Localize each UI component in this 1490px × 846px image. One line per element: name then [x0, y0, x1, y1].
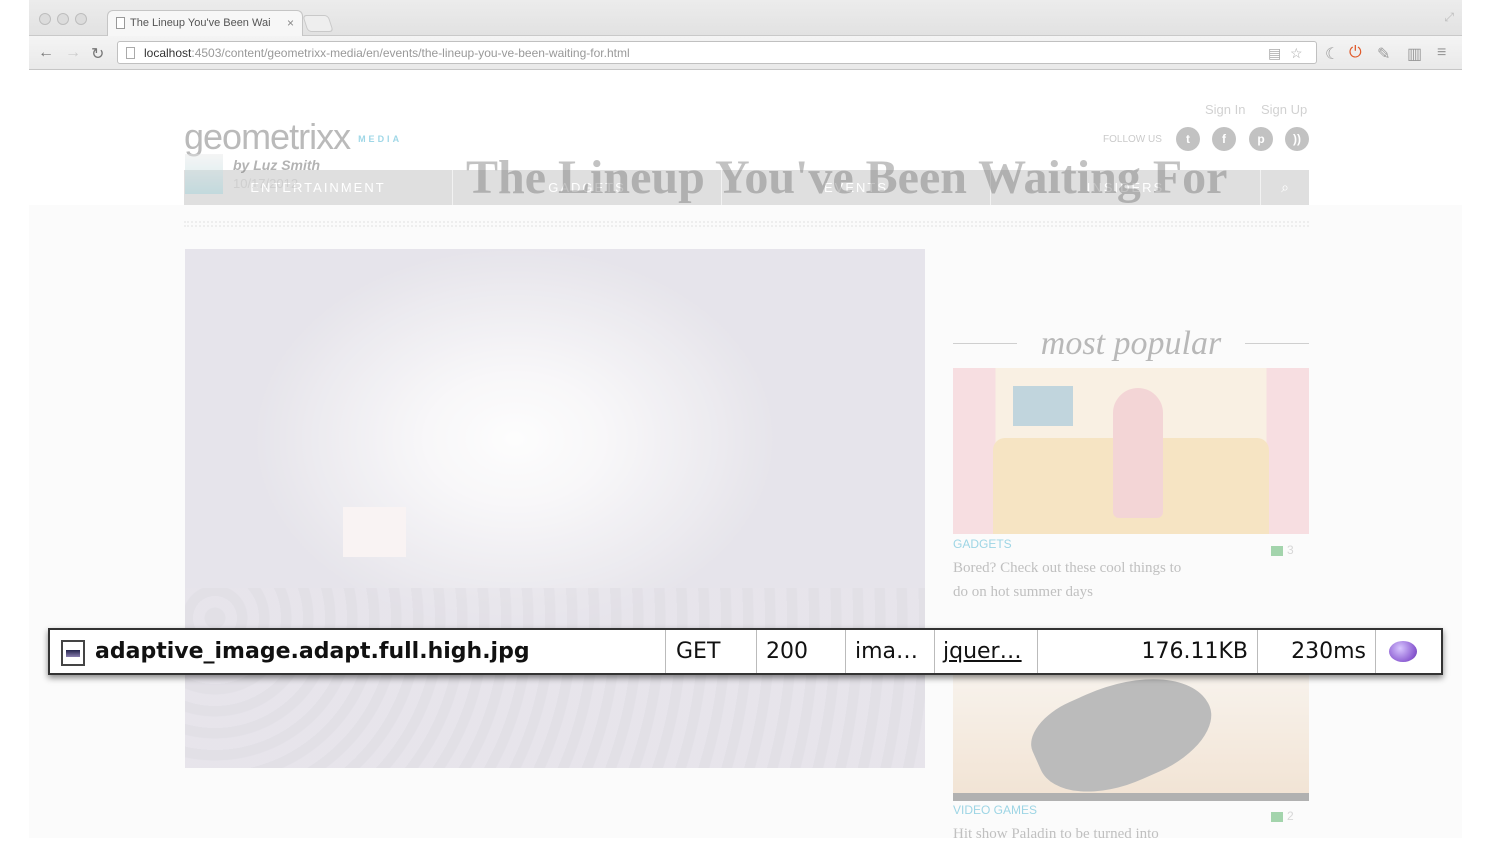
comment-count: 2: [1271, 809, 1294, 823]
request-size: 176.11KB: [1038, 630, 1258, 673]
tab-strip: The Lineup You've Been Wai × ⤢: [29, 0, 1462, 36]
article-headline: The Lineup You've Been Waiting For: [466, 151, 1228, 204]
address-bar[interactable]: localhost:4503/content/geometrixx-media/…: [117, 41, 1317, 64]
page-icon: [116, 17, 125, 29]
sign-up-link[interactable]: Sign Up: [1261, 102, 1307, 117]
request-initiator-cell: jquer…: [935, 630, 1038, 673]
request-time: 230ms: [1258, 630, 1376, 673]
card-category[interactable]: VIDEO GAMES: [953, 803, 1037, 817]
zoom-window-button[interactable]: [75, 13, 87, 25]
wrench-icon[interactable]: ✎: [1377, 44, 1390, 64]
logo-sub: MEDIA: [358, 134, 403, 145]
extension-box-icon[interactable]: ▥: [1407, 44, 1422, 64]
back-icon[interactable]: ←: [38, 44, 54, 62]
bookmark-star-icon[interactable]: ☆: [1290, 45, 1303, 62]
url-path: :4503/content/geometrixx-media/en/events…: [191, 46, 630, 60]
timeline-gem-icon: [1389, 641, 1417, 662]
card-category[interactable]: GADGETS: [953, 537, 1012, 551]
new-tab-button[interactable]: [302, 15, 334, 32]
request-initiator-link[interactable]: jquer…: [943, 639, 1022, 664]
page-content: geometrixx MEDIA Sign In Sign Up FOLLOW U…: [29, 70, 1462, 842]
extension-power-icon[interactable]: ⏻: [1349, 44, 1362, 62]
browser-tab[interactable]: The Lineup You've Been Wai ×: [107, 10, 303, 36]
url-host: localhost: [144, 46, 192, 60]
pinterest-icon[interactable]: p: [1249, 127, 1273, 151]
request-name-cell[interactable]: adaptive_image.adapt.full.high.jpg: [50, 630, 666, 673]
most-popular-title: most popular: [1040, 325, 1222, 362]
browser-window: The Lineup You've Been Wai × ⤢ ← → ↻ loc…: [29, 0, 1462, 842]
comment-icon: [1271, 545, 1283, 556]
facebook-icon[interactable]: f: [1212, 127, 1236, 151]
illustration-girl: [1113, 388, 1163, 518]
site-logo[interactable]: geometrixx MEDIA: [184, 116, 402, 158]
search-icon[interactable]: ⌕: [1261, 170, 1309, 205]
sign-in-link[interactable]: Sign In: [1205, 102, 1245, 117]
comment-count: 3: [1271, 543, 1294, 557]
teaser-line: Hit show Paladin to be turned into: [953, 826, 1159, 842]
teaser-line: Bored? Check out these cool things to: [953, 560, 1182, 576]
image-file-icon: [61, 640, 85, 666]
comment-number: 2: [1287, 809, 1294, 823]
rss-icon[interactable]: )): [1285, 127, 1309, 151]
comment-icon: [1271, 811, 1283, 822]
request-status: 200: [757, 630, 846, 673]
minimize-window-button[interactable]: [57, 13, 69, 25]
twitter-icon[interactable]: t: [1176, 127, 1200, 151]
popular-card-image[interactable]: [953, 368, 1309, 534]
request-method: GET: [666, 630, 757, 673]
nav-entertainment[interactable]: ENTERTAINMENT: [184, 170, 453, 205]
close-window-button[interactable]: [39, 13, 51, 25]
author-avatar[interactable]: [185, 154, 223, 194]
follow-us-label: FOLLOW US: [1103, 134, 1162, 145]
comment-number: 3: [1287, 543, 1294, 557]
reload-icon[interactable]: ↻: [91, 44, 104, 64]
menu-icon[interactable]: ≡: [1437, 44, 1446, 62]
request-name: adaptive_image.adapt.full.high.jpg: [95, 639, 530, 664]
tab-title: The Lineup You've Been Wai: [130, 17, 271, 29]
network-request-row[interactable]: adaptive_image.adapt.full.high.jpg GET 2…: [48, 628, 1443, 675]
extension-moon-icon[interactable]: ☾: [1325, 44, 1339, 64]
stage-sign: [343, 507, 406, 557]
request-type: ima…: [846, 630, 935, 673]
article-date: 10/17/2012: [233, 176, 299, 191]
page-action-icon[interactable]: ▤: [1268, 45, 1281, 62]
teaser-line: do on hot summer days: [953, 584, 1093, 600]
title-rule-right: [1245, 343, 1309, 344]
browser-toolbar: ← → ↻ localhost:4503/content/geometrixx-…: [29, 36, 1462, 70]
illustration-ship: [1020, 650, 1226, 816]
author-name[interactable]: by Luz Smith: [233, 157, 320, 173]
crowd: [185, 588, 925, 768]
image-bar: [953, 793, 1309, 801]
hero-image: [185, 249, 925, 768]
forward-icon[interactable]: →: [65, 44, 81, 62]
page-icon: [126, 47, 135, 59]
divider: [184, 221, 1309, 227]
logo-text: geometrixx: [184, 116, 351, 157]
card-teaser[interactable]: Bored? Check out these cool things to do…: [953, 556, 1243, 604]
fullscreen-icon[interactable]: ⤢: [1444, 10, 1454, 25]
card-teaser[interactable]: Hit show Paladin to be turned into: [953, 822, 1243, 846]
illustration-shelf: [1013, 386, 1073, 426]
tab-close-icon[interactable]: ×: [287, 16, 294, 30]
popular-card-image[interactable]: [953, 650, 1309, 816]
